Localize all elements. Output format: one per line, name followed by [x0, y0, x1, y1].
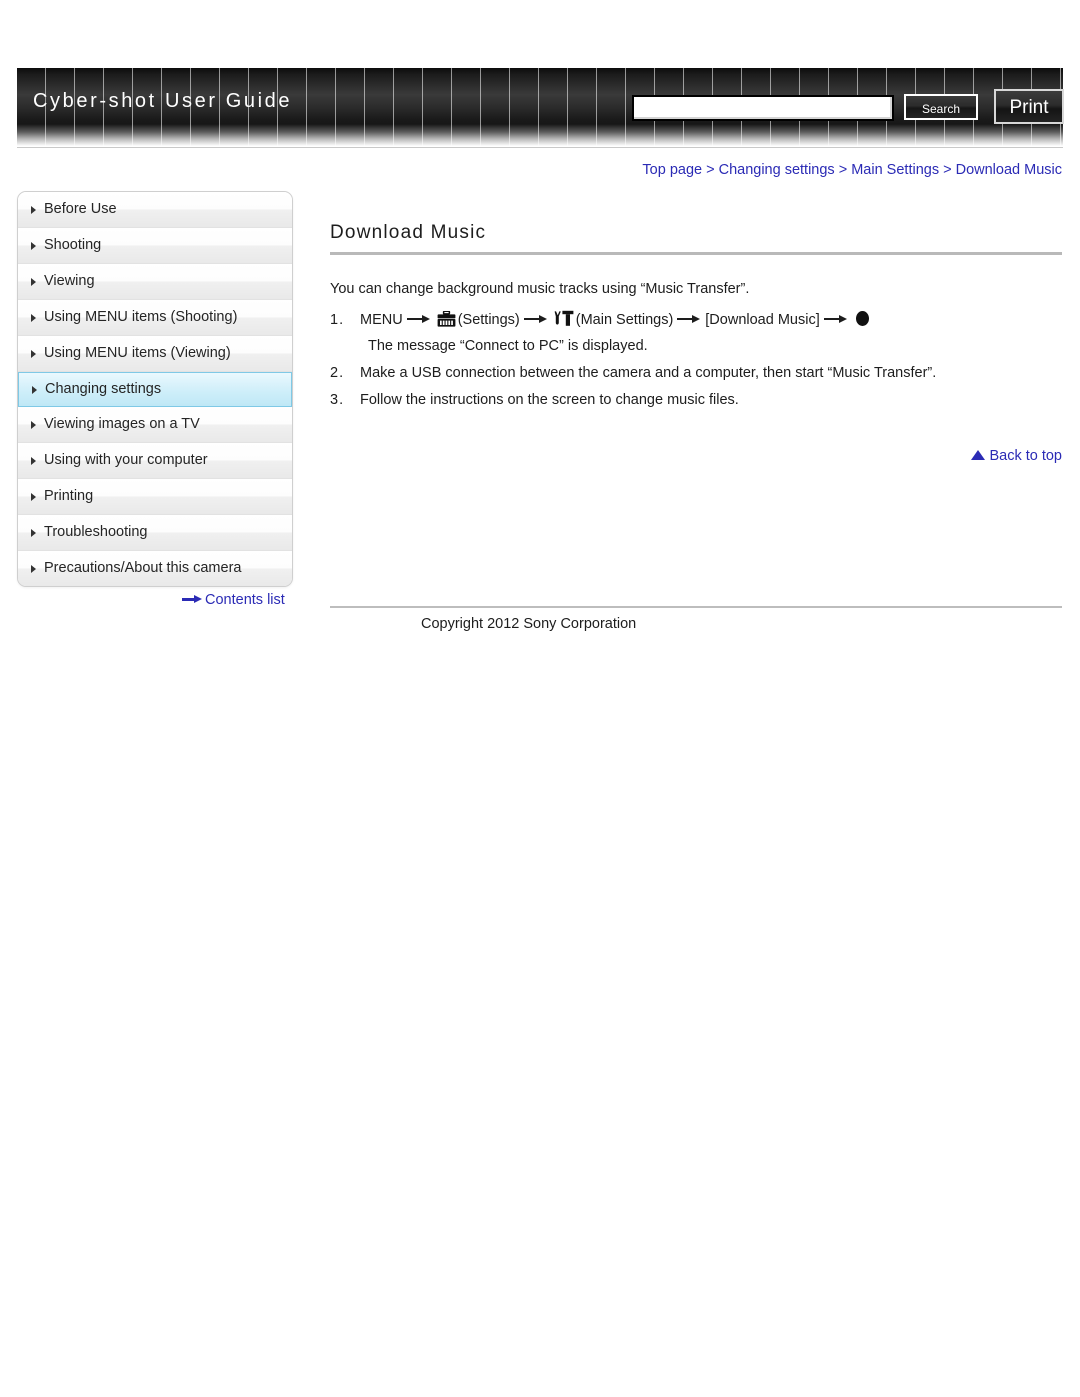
back-to-top-link[interactable]: Back to top — [971, 448, 1062, 464]
arrow-right-icon — [182, 595, 202, 603]
chevron-right-icon — [31, 277, 36, 286]
chevron-right-icon — [31, 205, 36, 214]
site-title: Cyber-shot User Guide — [33, 90, 293, 112]
header-divider — [17, 147, 1063, 148]
step1-menu-label: MENU — [360, 312, 403, 328]
breadcrumb: Top page > Changing settings > Main Sett… — [642, 162, 1062, 178]
step-number: 1. — [330, 312, 345, 328]
sidebar-item-label: Viewing images on a TV — [44, 416, 200, 432]
step-2: 2. Make a USB connection between the cam… — [330, 365, 1062, 381]
chevron-right-icon — [31, 241, 36, 250]
site-header: Cyber-shot User Guide Search Print — [17, 68, 1064, 146]
title-divider — [330, 252, 1062, 255]
arrow-right-icon — [823, 314, 848, 323]
chevron-right-icon — [31, 456, 36, 465]
step-1-note: The message “Connect to PC” is displayed… — [368, 338, 648, 354]
wrench-toolbox-main-settings-icon — [554, 310, 574, 331]
toolbox-settings-icon — [437, 310, 456, 331]
intro-paragraph: You can change background music tracks u… — [330, 281, 750, 297]
arrow-right-icon — [406, 314, 431, 323]
sidebar-item-precautions-about-this-camera[interactable]: Precautions/About this camera — [18, 551, 292, 586]
sidebar-item-label: Viewing — [44, 273, 95, 289]
sidebar-item-troubleshooting[interactable]: Troubleshooting — [18, 515, 292, 551]
arrow-right-icon — [523, 314, 548, 323]
chevron-right-icon — [31, 313, 36, 322]
print-button[interactable]: Print — [994, 89, 1064, 124]
copyright-text: Copyright 2012 Sony Corporation — [421, 616, 637, 632]
search-input[interactable] — [632, 95, 894, 121]
page-title: Download Music — [330, 222, 487, 243]
sidebar-item-label: Precautions/About this camera — [44, 560, 242, 576]
sidebar-item-using-menu-items-viewing[interactable]: Using MENU items (Viewing) — [18, 336, 292, 372]
triangle-up-icon — [971, 450, 986, 460]
breadcrumb-separator: > — [838, 162, 848, 178]
chevron-right-icon — [31, 349, 36, 358]
sidebar-item-label: Changing settings — [45, 381, 162, 397]
step-body: Make a USB connection between the camera… — [360, 365, 937, 381]
sidebar-item-viewing-images-on-a-tv[interactable]: Viewing images on a TV — [18, 407, 292, 443]
sidebar-item-label: Using with your computer — [44, 452, 208, 468]
center-button-dot-icon — [855, 311, 869, 326]
sidebar-item-label: Using MENU items (Shooting) — [44, 309, 238, 325]
sidebar-item-changing-settings[interactable]: Changing settings — [18, 372, 292, 407]
sidebar-item-before-use[interactable]: Before Use — [18, 192, 292, 228]
search-button[interactable]: Search — [904, 94, 978, 120]
sidebar-item-shooting[interactable]: Shooting — [18, 228, 292, 264]
sidebar-item-using-with-your-computer[interactable]: Using with your computer — [18, 443, 292, 479]
breadcrumb-separator: > — [943, 162, 952, 178]
step-number: 3. — [330, 392, 345, 408]
chevron-right-icon — [31, 420, 36, 429]
breadcrumb-separator: > — [706, 162, 715, 178]
step-body: MENU (Settings) (Main Settings) [Download M… — [360, 310, 1062, 331]
sidebar-item-label: Using MENU items (Viewing) — [44, 345, 231, 361]
contents-list-link[interactable]: Contents list — [182, 592, 285, 608]
sidebar-item-label: Printing — [44, 488, 94, 504]
step-3: 3. Follow the instructions on the screen… — [330, 392, 1062, 408]
step1-settings-label: (Settings) — [457, 312, 520, 328]
chevron-right-icon — [31, 492, 36, 501]
breadcrumb-item-top-page[interactable]: Top page — [642, 162, 702, 178]
sidebar-item-printing[interactable]: Printing — [18, 479, 292, 515]
sidebar-item-viewing[interactable]: Viewing — [18, 264, 292, 300]
breadcrumb-item-download-music[interactable]: Download Music — [956, 162, 1062, 178]
step-number: 2. — [330, 365, 345, 381]
contents-list-label: Contents list — [205, 592, 285, 608]
sidebar-item-label: Troubleshooting — [44, 524, 148, 540]
step-1: 1. MENU (Settings) (Main Settings) [Downloa… — [330, 310, 1062, 331]
step1-download-music-label: [Download Music] — [705, 312, 820, 328]
sidebar-item-using-menu-items-shooting[interactable]: Using MENU items (Shooting) — [18, 300, 292, 336]
arrow-right-icon — [677, 314, 701, 323]
breadcrumb-item-main-settings[interactable]: Main Settings — [851, 162, 939, 178]
footer-divider — [330, 606, 1062, 608]
steps-list: 1. MENU (Settings) (Main Settings) [Downloa… — [330, 310, 1062, 408]
sidebar-item-label: Before Use — [44, 201, 117, 217]
main-content: Download Music You can change background… — [330, 222, 1062, 464]
breadcrumb-item-changing-settings[interactable]: Changing settings — [719, 162, 835, 178]
step1-main-settings-label: (Main Settings) — [575, 312, 674, 328]
chevron-right-icon — [31, 564, 36, 573]
sidebar-nav: Before Use Shooting Viewing Using MENU i… — [17, 191, 293, 587]
step-body: Follow the instructions on the screen to… — [360, 392, 739, 408]
chevron-right-icon — [32, 385, 37, 394]
sidebar-item-label: Shooting — [44, 237, 102, 253]
back-to-top-label: Back to top — [989, 448, 1062, 464]
chevron-right-icon — [31, 528, 36, 537]
